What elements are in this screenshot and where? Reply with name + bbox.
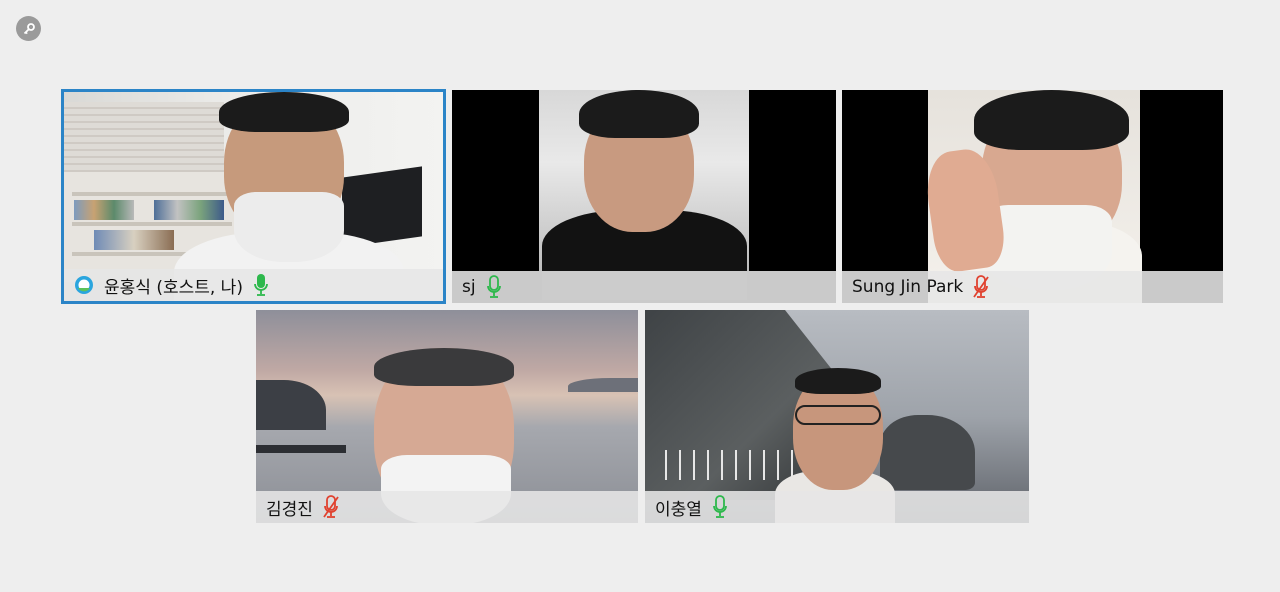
participant-name: 윤홍식 (호스트, 나) (104, 277, 243, 298)
host-logo-icon (75, 276, 93, 294)
participant-namebar: 이충열 (645, 491, 1029, 523)
mic-on-icon (254, 274, 268, 296)
key-icon (23, 22, 35, 34)
participant-name: Sung Jin Park (852, 277, 964, 297)
participant-name: 이충열 (655, 499, 702, 520)
participant-tile-3[interactable]: Sung Jin Park (842, 90, 1223, 303)
mic-on-icon (713, 495, 727, 518)
participant-namebar: 김경진 (256, 491, 638, 523)
participant-tile-2[interactable]: sj (452, 90, 836, 303)
participant-name: 김경진 (266, 499, 313, 520)
mic-muted-icon (973, 275, 989, 298)
key-button[interactable] (16, 16, 41, 41)
participant-tile-1[interactable]: 윤홍식 (호스트, 나) (61, 89, 446, 304)
meeting-gallery: 윤홍식 (호스트, 나) sj Sung Jin Park 김경진 이충열 (0, 0, 1280, 592)
participant-tile-5[interactable]: 이충열 (645, 310, 1029, 523)
participant-namebar: 윤홍식 (호스트, 나) (64, 269, 443, 301)
participant-namebar: sj (452, 271, 836, 303)
mic-muted-icon (323, 495, 339, 518)
participant-name: sj (462, 277, 476, 297)
participant-namebar: Sung Jin Park (842, 271, 1223, 303)
mic-on-icon (486, 275, 501, 298)
participant-tile-4[interactable]: 김경진 (256, 310, 638, 523)
